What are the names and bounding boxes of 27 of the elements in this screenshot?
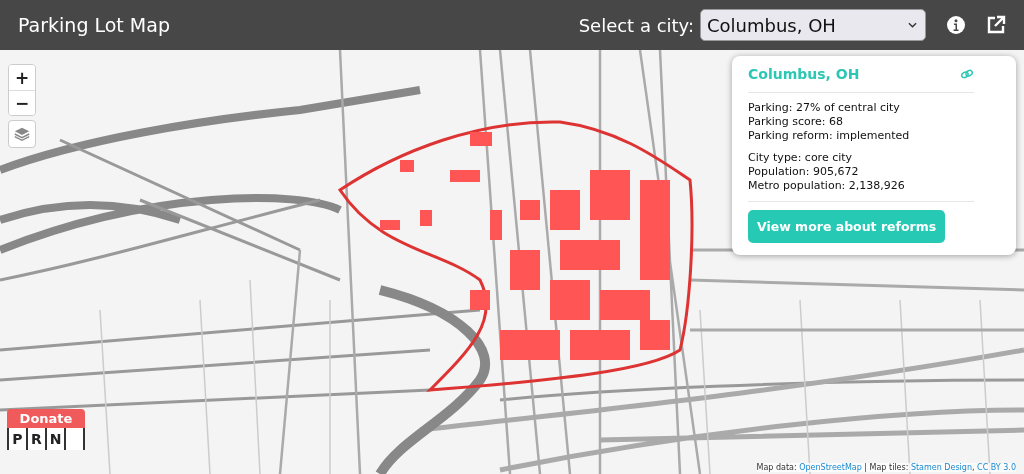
app-title: Parking Lot Map — [18, 14, 170, 36]
city-select[interactable]: Columbus, OH — [700, 9, 926, 41]
city-stat: Parking reform: implemented — [748, 129, 911, 143]
info-icon[interactable] — [946, 15, 966, 35]
city-stat: Metro population: 2,138,926 — [748, 179, 906, 193]
attribution-link[interactable]: CC BY 3.0 — [977, 463, 1016, 472]
attribution-link[interactable]: OpenStreetMap — [799, 463, 862, 472]
city-stat: City type: core city — [748, 151, 854, 165]
attribution-text: Map data: — [756, 463, 798, 472]
zoom-out-button[interactable]: − — [9, 90, 35, 115]
city-select-label: Select a city: — [578, 14, 694, 36]
city-stat: Parking score: 68 — [748, 115, 845, 129]
layers-icon — [13, 125, 31, 143]
logo-letter: P — [9, 428, 28, 450]
logo-letter: N — [47, 428, 66, 450]
city-stat: Population: 905,672 — [748, 165, 860, 179]
layers-button[interactable] — [8, 120, 36, 148]
caret-icon — [908, 22, 917, 28]
donate-button[interactable]: Donate — [7, 409, 85, 428]
attribution-link[interactable]: Stamen Design — [910, 463, 972, 472]
attribution-text: , — [972, 463, 976, 472]
city-name: Columbus, OH — [748, 66, 860, 82]
attribution-text: | Map tiles: — [863, 463, 910, 472]
city-stat: Parking: 27% of central city — [748, 101, 901, 115]
logo-letter: R — [28, 428, 47, 450]
view-reforms-button[interactable]: View more about reforms — [748, 210, 946, 243]
external-link-icon[interactable] — [986, 15, 1006, 35]
